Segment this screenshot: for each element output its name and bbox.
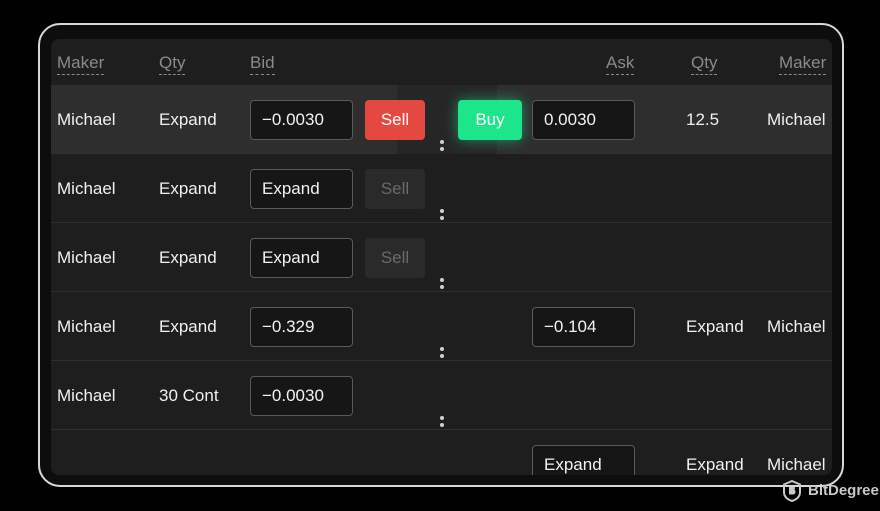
quantity-value[interactable]: Expand: [159, 178, 217, 200]
order-book-panel: Maker Qty Bid Ask Qty Maker Michael Expa…: [51, 39, 832, 475]
maker-name: Michael: [57, 110, 116, 129]
order-row[interactable]: Expand Expand Michael: [51, 430, 832, 475]
order-row[interactable]: Michael Expand Expand Sell: [51, 154, 832, 223]
ask-maker-name: Michael: [767, 110, 826, 129]
drag-handle-icon[interactable]: [440, 140, 444, 154]
bitdegree-logo-icon: [783, 479, 801, 503]
drag-handle-icon[interactable]: [440, 416, 444, 430]
device-frame: Maker Qty Bid Ask Qty Maker Michael Expa…: [38, 23, 844, 487]
sell-button-disabled[interactable]: Sell: [365, 169, 425, 209]
header-maker-left[interactable]: Maker: [57, 53, 105, 75]
ask-maker-name: Michael: [767, 317, 826, 336]
bid-price-input[interactable]: Expand: [250, 238, 353, 278]
ask-quantity-value[interactable]: Expand: [686, 454, 744, 475]
maker-name: Michael: [57, 317, 116, 336]
order-row[interactable]: Michael Expand −0.0030 Sell Buy 0.0030 1…: [51, 85, 832, 154]
quantity-value: 30 Cont: [159, 386, 219, 405]
drag-handle-icon[interactable]: [440, 278, 444, 292]
bid-price-input[interactable]: −0.0030: [250, 100, 353, 140]
bid-price-input[interactable]: −0.329: [250, 307, 353, 347]
ask-quantity-value[interactable]: Expand: [686, 316, 744, 338]
brand-name: BitDegree: [808, 482, 879, 499]
ask-price-input[interactable]: Expand: [532, 445, 635, 475]
drag-handle-icon[interactable]: [440, 347, 444, 361]
quantity-value[interactable]: Expand: [159, 316, 217, 338]
header-maker-right[interactable]: Maker: [779, 53, 827, 75]
maker-name: Michael: [57, 248, 116, 267]
quantity-value[interactable]: Expand: [159, 109, 217, 131]
bitdegree-watermark: BitDegree: [782, 479, 879, 503]
order-row[interactable]: Michael Expand Expand Sell: [51, 223, 832, 292]
header-ask[interactable]: Ask: [606, 53, 635, 75]
ask-price-input[interactable]: 0.0030: [532, 100, 635, 140]
ask-maker-name: Michael: [767, 455, 826, 474]
bid-price-input[interactable]: Expand: [250, 169, 353, 209]
order-book-header: Maker Qty Bid Ask Qty Maker: [51, 39, 832, 85]
header-qty-left[interactable]: Qty: [159, 53, 186, 75]
maker-name: Michael: [57, 386, 116, 405]
sell-button[interactable]: Sell: [365, 100, 425, 140]
ask-quantity-value: 12.5: [686, 110, 720, 129]
header-qty-right[interactable]: Qty: [691, 53, 718, 75]
buy-button[interactable]: Buy: [458, 100, 522, 140]
sell-button-disabled[interactable]: Sell: [365, 238, 425, 278]
drag-handle-icon[interactable]: [440, 209, 444, 223]
order-row[interactable]: Michael Expand −0.329 −0.104 Expand Mich…: [51, 292, 832, 361]
maker-name: Michael: [57, 179, 116, 198]
order-row[interactable]: Michael 30 Cont −0.0030: [51, 361, 832, 430]
ask-price-input[interactable]: −0.104: [532, 307, 635, 347]
header-bid[interactable]: Bid: [250, 53, 275, 75]
bid-price-input[interactable]: −0.0030: [250, 376, 353, 416]
quantity-value[interactable]: Expand: [159, 247, 217, 269]
